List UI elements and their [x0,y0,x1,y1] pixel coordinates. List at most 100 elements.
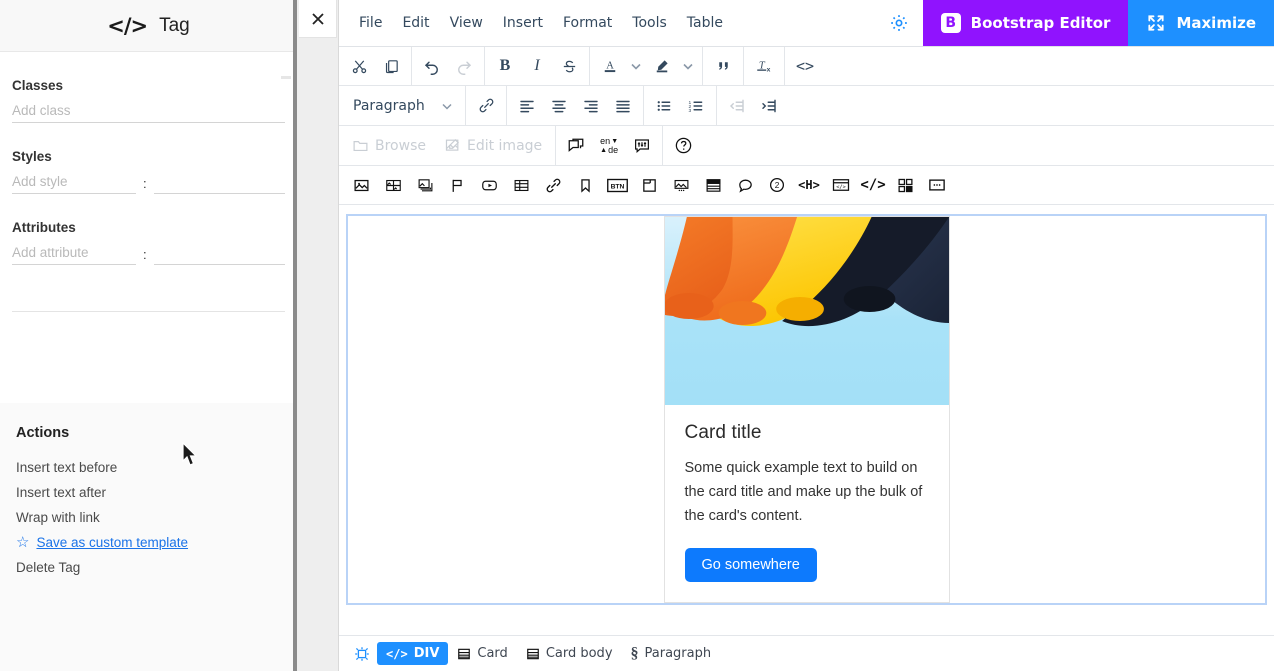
bookmark-icon [580,178,590,193]
source-code-button[interactable]: <> [789,51,821,81]
breadcrumb-card[interactable]: Card [448,642,516,665]
comments-button[interactable] [560,131,592,161]
image-stack-icon [418,178,432,191]
heading-button[interactable]: <H> [793,170,825,200]
image-button[interactable] [345,170,377,200]
card-image[interactable] [664,217,949,405]
card-title[interactable]: Card title [685,422,929,444]
card-button[interactable] [633,170,665,200]
code-button[interactable]: </> [857,170,889,200]
element-target-button[interactable] [347,642,377,666]
editor-canvas[interactable]: Card title Some quick example text to bu… [339,205,1274,635]
format-select-value: Paragraph [353,97,425,114]
add-style-key-input[interactable] [12,170,136,194]
bootstrap-card[interactable]: Card title Some quick example text to bu… [663,216,950,603]
sidebar-title: Tag [159,14,190,36]
action-wrap-with-link[interactable]: Wrap with link [16,505,285,530]
breadcrumb-div[interactable]: </> DIV [377,642,449,665]
insert-link-button[interactable] [470,91,502,121]
menu-edit[interactable]: Edit [392,9,439,37]
italic-button[interactable]: I [521,51,553,81]
blocks-button[interactable] [889,170,921,200]
menu-tools[interactable]: Tools [622,9,677,37]
slider-button[interactable] [409,170,441,200]
bookmark-button[interactable] [569,170,601,200]
align-center-button[interactable] [543,91,575,121]
menu-format[interactable]: Format [553,9,622,37]
grid-column-card[interactable]: Card title Some quick example text to bu… [663,216,950,603]
carousel-button[interactable] [665,170,697,200]
link-button[interactable] [537,170,569,200]
tooltip-button[interactable] [729,170,761,200]
highlight-color-button[interactable] [646,51,678,81]
strikethrough-button[interactable] [553,51,585,81]
undo-button[interactable] [416,51,448,81]
bold-button[interactable]: B [489,51,521,81]
redo-button[interactable] [448,51,480,81]
menu-file[interactable]: File [349,9,392,37]
outdent-button[interactable] [721,91,753,121]
align-right-button[interactable] [575,91,607,121]
align-left-button[interactable] [511,91,543,121]
edit-image-button[interactable]: Edit image [435,131,551,161]
tag-properties-sidebar: </> Tag Classes Styles : Attributes : [0,0,297,671]
toolbar-group-lists: 123 [644,86,717,125]
edit-image-icon [445,138,460,151]
menu-view[interactable]: View [440,9,493,37]
copy-button[interactable] [375,51,407,81]
text-color-button[interactable]: A [594,51,626,81]
action-save-as-custom-template[interactable]: ☆ Save as custom template [16,530,285,555]
toolbar-group-link [466,86,507,125]
add-class-input[interactable] [12,99,285,123]
accordion-button[interactable] [697,170,729,200]
blockquote-button[interactable] [707,51,739,81]
grid-column-right[interactable] [950,216,1266,603]
menu-table[interactable]: Table [677,9,733,37]
bullet-list-button[interactable] [648,91,680,121]
gallery-button[interactable] [377,170,409,200]
highlight-chevron-down-button[interactable] [678,51,698,81]
sidebar-gap-column [297,0,338,671]
breadcrumb-card-body[interactable]: Card body [517,642,622,665]
settings-button[interactable] [875,0,923,46]
close-button[interactable] [299,0,337,38]
badge-button[interactable]: 2 [761,170,793,200]
go-somewhere-button[interactable]: Go somewhere [684,548,817,582]
selected-div-container[interactable]: Card title Some quick example text to bu… [346,214,1267,605]
browse-button[interactable]: Browse [343,131,435,161]
action-delete-tag[interactable]: Delete Tag [16,555,285,580]
indent-button[interactable] [753,91,785,121]
maximize-icon [1148,15,1165,31]
grid-column-left[interactable] [348,216,664,603]
translate-button[interactable]: en ▼ ▲ de [592,131,626,161]
flag-button[interactable] [441,170,473,200]
cut-button[interactable] [343,51,375,81]
menu-insert[interactable]: Insert [493,9,553,37]
breadcrumb-paragraph[interactable]: § Paragraph [622,641,721,667]
toolbar-group-history [412,47,485,85]
bootstrap-editor-button[interactable]: B Bootstrap Editor [922,0,1129,46]
clear-formatting-button[interactable]: T x [748,51,780,81]
cut-icon [352,59,366,73]
more-options-button[interactable] [921,170,953,200]
panel-settings-button[interactable] [626,131,658,161]
align-justify-button[interactable] [607,91,639,121]
breadcrumb-label: DIV [413,646,440,661]
table-button[interactable] [505,170,537,200]
bootstrap-button-button[interactable]: BTN [601,170,633,200]
embed-button[interactable]: </> [825,170,857,200]
action-insert-text-after[interactable]: Insert text after [16,480,285,505]
add-attribute-key-input[interactable] [12,241,136,265]
numbered-list-button[interactable]: 123 [680,91,712,121]
format-select[interactable]: Paragraph [343,91,461,121]
maximize-button[interactable]: Maximize [1128,0,1274,46]
video-button[interactable] [473,170,505,200]
add-style-value-input[interactable] [153,170,285,194]
card-body[interactable]: Card title Some quick example text to bu… [665,405,949,582]
add-attribute-value-input[interactable] [153,241,285,265]
card-text[interactable]: Some quick example text to build on the … [685,456,929,528]
help-button[interactable] [667,131,699,161]
redo-icon [458,61,472,75]
action-insert-text-before[interactable]: Insert text before [16,455,285,480]
text-color-chevron-down-button[interactable] [626,51,646,81]
